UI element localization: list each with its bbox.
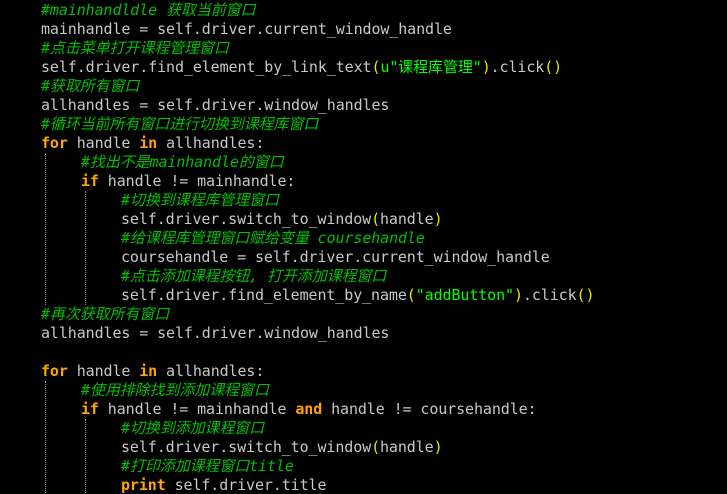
code-token-comment: #找出不是mainhandle的窗口 bbox=[81, 153, 284, 171]
code-line: #再次获取所有窗口 bbox=[41, 305, 169, 324]
code-token-string: u"课程库管理" bbox=[380, 58, 482, 76]
code-token-ident: handle bbox=[67, 134, 140, 152]
code-token-paren: ( bbox=[371, 210, 380, 228]
code-line: #给课程库管理窗口赋给变量 coursehandle bbox=[121, 229, 425, 248]
code-token-ident: .click bbox=[490, 58, 545, 76]
code-token-ident: self.driver.title bbox=[165, 476, 327, 494]
code-line: #mainhandldle 获取当前窗口 bbox=[41, 1, 256, 20]
code-token-keyword: for bbox=[41, 134, 68, 152]
indent-guide bbox=[85, 191, 86, 305]
code-token-comment: #再次获取所有窗口 bbox=[41, 305, 170, 323]
code-token-paren: ) bbox=[513, 286, 523, 304]
code-token-paren: ( bbox=[371, 438, 380, 456]
code-token-comment: #mainhandldle 获取当前窗口 bbox=[41, 1, 256, 19]
code-line: coursehandle = self.driver.current_windo… bbox=[121, 248, 550, 267]
code-token-paren: ) bbox=[481, 58, 491, 76]
code-token-keyword: print bbox=[121, 476, 166, 494]
code-token-keyword: in bbox=[139, 362, 158, 380]
code-token-comment: #切换到课程库管理窗口 bbox=[121, 191, 279, 209]
code-line: self.driver.switch_to_window(handle) bbox=[121, 438, 443, 457]
code-line: #使用排除找到添加课程窗口 bbox=[81, 381, 269, 400]
code-token-ident: handle bbox=[67, 362, 140, 380]
code-line: #找出不是mainhandle的窗口 bbox=[81, 153, 284, 172]
code-line: self.driver.find_element_by_name("addBut… bbox=[121, 286, 594, 305]
code-token-ident: self.driver.find_element_by_name bbox=[121, 286, 407, 304]
code-token-string: "addButton" bbox=[415, 286, 514, 304]
code-token-keyword: in bbox=[139, 134, 158, 152]
code-line: self.driver.switch_to_window(handle) bbox=[121, 210, 443, 229]
code-token-comment: #切换到添加课程窗口 bbox=[121, 419, 265, 437]
indent-guide bbox=[45, 381, 46, 494]
code-token-paren: ( bbox=[406, 286, 416, 304]
code-token-keyword: if bbox=[81, 172, 99, 190]
code-line: if handle != mainhandle and handle != co… bbox=[81, 400, 537, 419]
code-token-paren: ) bbox=[433, 210, 443, 228]
code-line: for handle in allhandles: bbox=[41, 134, 264, 153]
code-line: #点击添加课程按钮, 打开添加课程窗口 bbox=[121, 267, 386, 286]
code-token-comment: #点击添加课程按钮, 打开添加课程窗口 bbox=[121, 267, 387, 285]
code-token-paren: () bbox=[576, 286, 595, 304]
code-token-ident: self.driver.switch_to_window bbox=[121, 438, 372, 456]
code-line: allhandles = self.driver.window_handles bbox=[41, 96, 389, 115]
code-line: self.driver.find_element_by_link_text(u"… bbox=[41, 58, 562, 77]
code-token-ident: .click bbox=[522, 286, 577, 304]
code-line: if handle != mainhandle: bbox=[81, 172, 295, 191]
code-line: #切换到添加课程窗口 bbox=[121, 419, 264, 438]
code-token-ident: handle bbox=[380, 438, 434, 456]
code-line: for handle in allhandles: bbox=[41, 362, 264, 381]
code-token-paren: () bbox=[544, 58, 563, 76]
code-line: #打印添加课程窗口title bbox=[121, 457, 294, 476]
code-token-comment: #点击菜单打开课程管理窗口 bbox=[41, 39, 229, 57]
code-token-keyword: and bbox=[295, 400, 323, 418]
code-token-comment: #循环当前所有窗口进行切换到课程库窗口 bbox=[41, 115, 319, 133]
code-token-ident: allhandles: bbox=[157, 362, 265, 380]
code-line: print self.driver.title bbox=[121, 476, 327, 494]
code-editor[interactable]: #mainhandldle 获取当前窗口 mainhandle = self.dr… bbox=[0, 0, 727, 494]
code-token-ident: coursehandle = self.driver.current_windo… bbox=[121, 248, 550, 266]
code-token-ident: self.driver.switch_to_window bbox=[121, 210, 372, 228]
code-line: #切换到课程库管理窗口 bbox=[121, 191, 279, 210]
code-token-ident: allhandles = self.driver.window_handles bbox=[41, 324, 390, 342]
code-line: allhandles = self.driver.window_handles bbox=[41, 324, 389, 343]
code-line: #点击菜单打开课程管理窗口 bbox=[41, 39, 229, 58]
code-token-ident: mainhandle = self.driver.current_window_… bbox=[41, 20, 452, 38]
code-token-ident: handle != mainhandle: bbox=[98, 172, 296, 190]
code-token-ident: handle != mainhandle bbox=[98, 400, 296, 418]
code-token-ident: self.driver.find_element_by_link_text bbox=[41, 58, 372, 76]
indent-guide bbox=[45, 153, 46, 305]
code-token-ident: handle != coursehandle: bbox=[322, 400, 537, 418]
code-token-ident: allhandles: bbox=[157, 134, 265, 152]
code-token-ident: handle bbox=[380, 210, 434, 228]
code-line: #循环当前所有窗口进行切换到课程库窗口 bbox=[41, 115, 318, 134]
code-token-paren: ) bbox=[433, 438, 443, 456]
code-token-comment: #使用排除找到添加课程窗口 bbox=[81, 381, 269, 399]
code-token-keyword: if bbox=[81, 400, 99, 418]
code-token-comment: #打印添加课程窗口title bbox=[121, 457, 294, 475]
code-line: mainhandle = self.driver.current_window_… bbox=[41, 20, 452, 39]
code-token-keyword: for bbox=[41, 362, 68, 380]
code-line: #获取所有窗口 bbox=[41, 77, 139, 96]
indent-guide bbox=[85, 419, 86, 494]
code-token-comment: #获取所有窗口 bbox=[41, 77, 140, 95]
code-token-comment: #给课程库管理窗口赋给变量 coursehandle bbox=[121, 229, 425, 247]
code-token-ident: allhandles = self.driver.window_handles bbox=[41, 96, 390, 114]
